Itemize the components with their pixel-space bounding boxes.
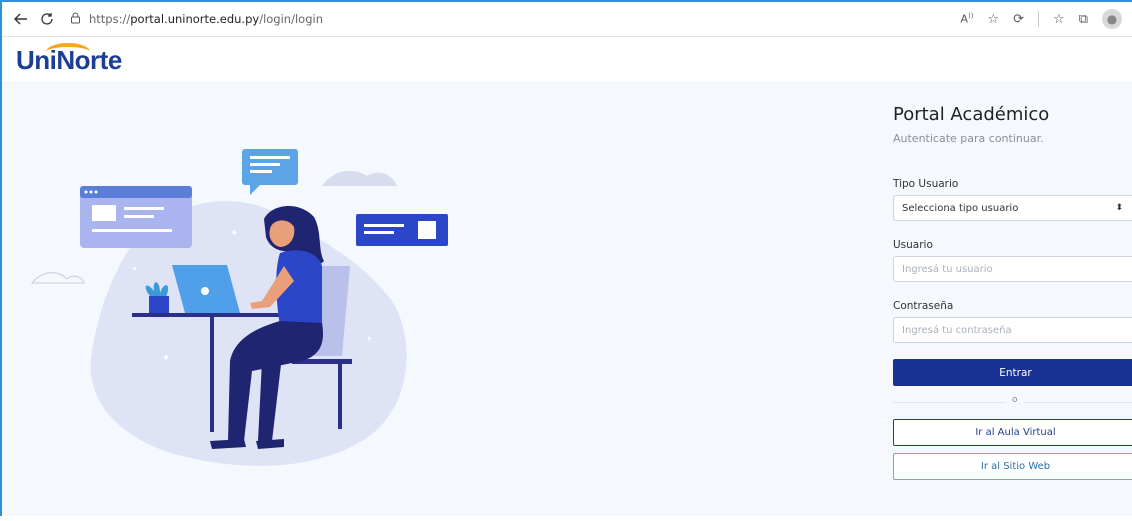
profile-avatar-icon[interactable]: ● [1102,9,1122,29]
back-icon[interactable] [8,6,34,32]
login-form: Portal Académico Autenticate para contin… [893,81,1132,516]
divider-text: o [1006,395,1024,405]
url-scheme: https:// [89,12,131,26]
favorite-add-icon[interactable]: ☆ [987,12,999,27]
usuario-input[interactable]: Ingresá tu usuario [893,256,1132,282]
sitio-web-button[interactable]: Ir al Sitio Web [893,453,1132,480]
url-host: portal.uninorte.edu.py [130,12,260,26]
select-caret-icon: ⬍ [1115,203,1123,213]
refresh-icon[interactable] [34,6,60,32]
toolbar-separator [1038,11,1040,27]
main-content: ✦ ✦ ✦ ✦ Portal Académico Autenticate par… [2,81,1132,516]
entrar-button[interactable]: Entrar [893,359,1132,386]
usuario-label: Usuario [893,239,933,251]
contrasena-label: Contraseña [893,300,954,312]
contrasena-placeholder: Ingresá tu contraseña [902,324,1012,336]
address-bar[interactable]: https://portal.uninorte.edu.py/login/log… [70,12,323,27]
usuario-placeholder: Ingresá tu usuario [902,263,993,275]
svg-text:✦: ✦ [366,335,372,343]
page-subtitle: Autenticate para continuar. [893,132,1044,145]
tipo-usuario-label: Tipo Usuario [893,178,959,190]
site-header: UniNorte [2,37,1132,81]
favorites-icon[interactable]: ☆ [1053,12,1065,27]
aula-virtual-button[interactable]: Ir al Aula Virtual [893,419,1132,446]
svg-text:✦: ✦ [230,228,238,239]
study-illustration: ✦ ✦ ✦ ✦ [30,149,448,466]
read-aloud-icon[interactable]: A)) [960,12,973,26]
svg-text:✦: ✦ [162,353,170,364]
page-title: Portal Académico [893,104,1050,125]
url-path: /login/login [259,12,323,26]
tipo-usuario-value: Selecciona tipo usuario [902,202,1019,214]
svg-text:✦: ✦ [132,265,138,273]
contrasena-input[interactable]: Ingresá tu contraseña [893,317,1132,343]
tipo-usuario-select[interactable]: Selecciona tipo usuario ⬍ [893,195,1132,221]
extensions-icon[interactable]: ⟳ [1013,12,1024,27]
uninorte-logo[interactable]: UniNorte [16,45,122,76]
browser-toolbar: https://portal.uninorte.edu.py/login/log… [2,2,1132,37]
lock-icon [70,12,81,27]
collections-icon[interactable]: ⧉ [1079,12,1088,27]
